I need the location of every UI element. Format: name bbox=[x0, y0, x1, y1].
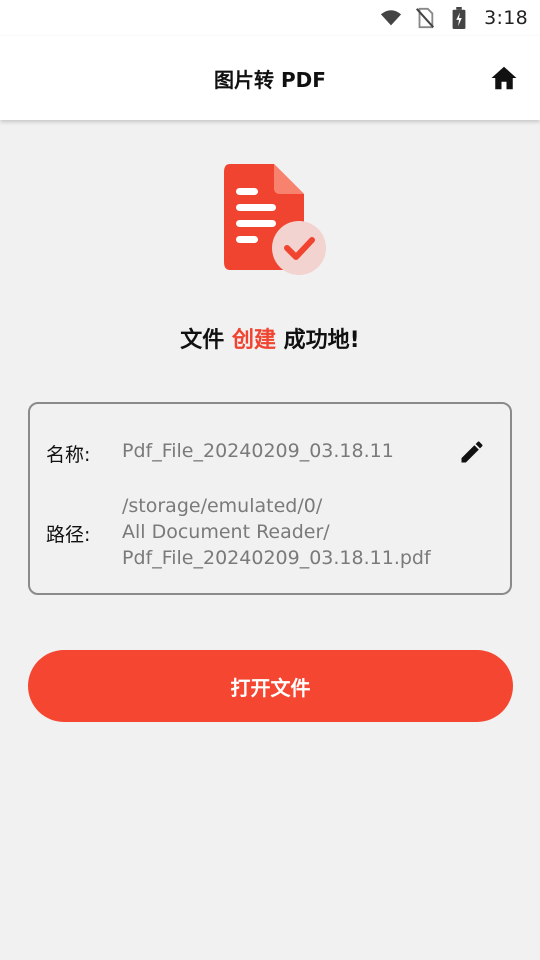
file-info-card: 名称: Pdf_File_20240209_03.18.11 路径: /stor… bbox=[28, 402, 512, 595]
open-file-label: 打开文件 bbox=[230, 675, 311, 700]
pencil-icon bbox=[461, 441, 483, 463]
file-path-value: /storage/emulated/0/ All Document Reader… bbox=[122, 493, 431, 571]
file-name-value: Pdf_File_20240209_03.18.11 bbox=[122, 440, 394, 462]
path-line: Pdf_File_20240209_03.18.11.pdf bbox=[122, 547, 431, 569]
name-label: 名称: bbox=[46, 444, 91, 466]
status-bar: 3:18 bbox=[0, 0, 540, 36]
rename-button[interactable] bbox=[456, 436, 488, 468]
success-message: 文件 创建 成功地! bbox=[0, 322, 540, 354]
no-sim-icon bbox=[414, 7, 436, 29]
path-label: 路径: bbox=[46, 524, 91, 546]
success-prefix: 文件 bbox=[180, 328, 225, 353]
page-title: 图片转 PDF bbox=[214, 67, 326, 92]
success-highlight: 创建 bbox=[231, 328, 276, 353]
path-line: All Document Reader/ bbox=[122, 521, 330, 543]
battery-charging-icon bbox=[448, 7, 470, 29]
app-bar: 图片转 PDF bbox=[0, 36, 540, 120]
home-icon bbox=[491, 66, 517, 90]
status-time: 3:18 bbox=[484, 7, 528, 29]
open-file-button[interactable]: 打开文件 bbox=[28, 650, 513, 722]
pdf-document-check-icon bbox=[220, 160, 330, 280]
home-button[interactable] bbox=[488, 62, 520, 94]
success-suffix: 成功地! bbox=[283, 328, 360, 353]
wifi-icon bbox=[380, 7, 402, 29]
path-line: /storage/emulated/0/ bbox=[122, 495, 323, 517]
